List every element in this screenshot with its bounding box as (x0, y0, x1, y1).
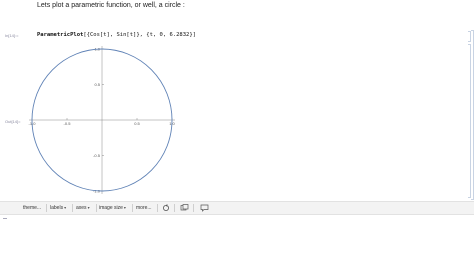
toolbar-divider (193, 204, 194, 212)
parametric-plot[interactable]: -1.0 -0.5 0.5 1.0-1.0-0.50.51.0 (22, 44, 182, 194)
toolbar-divider (72, 204, 73, 212)
chevron-down-icon: ▾ (87, 205, 90, 210)
comment-button[interactable] (200, 204, 209, 212)
input-cell[interactable]: ParametricPlot[{Cos[t], Sin[t]}, {t, 0, … (37, 32, 196, 38)
toolbar-divider (46, 204, 47, 212)
input-label: In[14]:= (5, 33, 19, 38)
image-size-button[interactable]: image size▾ (99, 204, 126, 212)
copy-icon (180, 204, 189, 211)
toolbar-divider (132, 204, 133, 212)
toolbar-divider (174, 204, 175, 212)
rotate-icon (163, 204, 169, 211)
output-label: Out[14]= (5, 119, 21, 124)
input-code-head: ParametricPlot (37, 32, 84, 38)
plot-axes (29, 46, 175, 194)
theme-button[interactable]: theme... (23, 204, 41, 212)
y-tick-label: -0.5 (93, 153, 101, 158)
comment-icon (200, 204, 209, 212)
y-tick-label: 0.5 (94, 82, 100, 87)
input-code-args: [{Cos[t], Sin[t]}, {t, 0, 6.2832}] (83, 32, 196, 38)
more-label: more... (136, 205, 152, 211)
labels-button[interactable]: labels▾ (50, 204, 66, 212)
toolbar-divider (96, 204, 97, 212)
labels-label: labels (50, 205, 64, 211)
x-tick-label: 0.5 (134, 121, 140, 126)
rotate-button[interactable] (162, 204, 170, 212)
intro-text: Lets plot a parametric function, or well… (37, 2, 185, 9)
toolbar-divider (157, 204, 158, 212)
axes-label: axes (76, 205, 87, 211)
insertion-cursor[interactable] (3, 218, 7, 219)
chevron-down-icon: ▾ (123, 205, 126, 210)
copy-button[interactable] (180, 204, 189, 212)
image-size-label: image size (99, 205, 123, 211)
chevron-down-icon: ▾ (64, 205, 67, 210)
x-tick-label: -0.5 (64, 121, 72, 126)
suggestions-bar: theme... labels▾ axes▾ image size▾ more.… (0, 201, 474, 215)
theme-label: theme... (23, 205, 42, 211)
more-button[interactable]: more... (136, 204, 152, 212)
axes-button[interactable]: axes▾ (76, 204, 90, 212)
